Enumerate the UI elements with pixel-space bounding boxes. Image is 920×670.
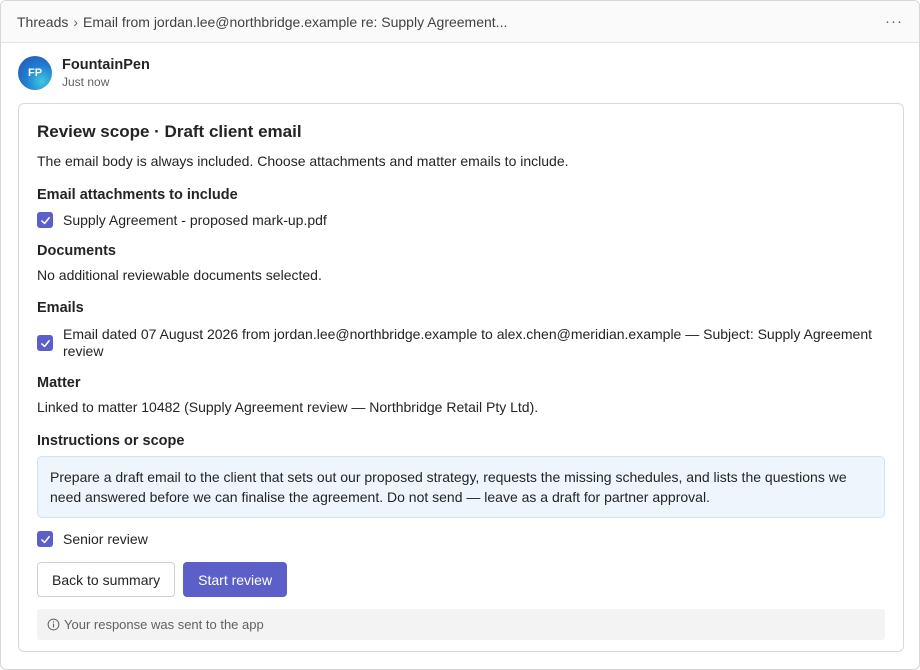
matter-text: Linked to matter 10482 (Supply Agreement… bbox=[37, 399, 539, 415]
checkmark-icon bbox=[40, 535, 50, 543]
thread-header: Threads › Email from jordan.lee@northbridg… bbox=[1, 1, 919, 43]
emails-heading: Emails bbox=[37, 300, 84, 316]
breadcrumb-threads-link[interactable]: Threads bbox=[17, 14, 68, 30]
status-message: Your response was sent to the app bbox=[37, 609, 885, 640]
status-text: Your response was sent to the app bbox=[64, 617, 264, 632]
breadcrumb: Threads › Email from jordan.lee@northbridg… bbox=[17, 14, 507, 30]
documents-heading: Documents bbox=[37, 243, 116, 259]
start-review-button[interactable]: Start review bbox=[183, 562, 288, 597]
senior-review-checkbox[interactable] bbox=[37, 531, 53, 547]
review-scope-card: Review scope · Draft client email The em… bbox=[18, 103, 904, 652]
senior-review-label: Senior review bbox=[63, 531, 148, 547]
sender-meta: FountainPen Just now bbox=[62, 56, 150, 90]
sender-name: FountainPen bbox=[62, 57, 150, 73]
more-options-icon[interactable]: ··· bbox=[885, 13, 903, 30]
action-buttons: Back to summary Start review bbox=[37, 562, 885, 597]
card-title: Review scope · Draft client email bbox=[37, 122, 302, 141]
instructions-text: Prepare a draft email to the client that… bbox=[37, 456, 885, 518]
attachment-label: Supply Agreement - proposed mark-up.pdf bbox=[63, 212, 327, 228]
message-timestamp: Just now bbox=[62, 75, 110, 89]
email-checkbox[interactable] bbox=[37, 335, 53, 351]
senior-review-option[interactable]: Senior review bbox=[37, 531, 885, 548]
info-icon bbox=[47, 618, 60, 631]
breadcrumb-current: Email from jordan.lee@northbridge.exampl… bbox=[83, 13, 508, 30]
email-label: Email dated 07 August 2026 from jordan.l… bbox=[63, 326, 872, 359]
email-option[interactable]: Email dated 07 August 2026 from jordan.l… bbox=[37, 326, 885, 360]
breadcrumb-separator: › bbox=[73, 13, 79, 30]
card-description: The email body is always included. Choos… bbox=[37, 153, 569, 169]
app-window: Threads › Email from jordan.lee@northbridg… bbox=[0, 0, 920, 670]
avatar: FP bbox=[18, 56, 52, 90]
back-to-summary-button[interactable]: Back to summary bbox=[37, 562, 176, 597]
attachments-heading: Email attachments to include bbox=[37, 187, 238, 203]
instructions-heading: Instructions or scope bbox=[37, 433, 185, 449]
checkmark-icon bbox=[40, 339, 50, 347]
attachment-option[interactable]: Supply Agreement - proposed mark-up.pdf bbox=[37, 212, 885, 229]
matter-heading: Matter bbox=[37, 375, 81, 391]
attachment-checkbox[interactable] bbox=[37, 212, 53, 228]
checkmark-icon bbox=[40, 216, 50, 224]
message-sender: FP FountainPen Just now bbox=[18, 56, 150, 90]
documents-text: No additional reviewable documents selec… bbox=[37, 267, 322, 283]
